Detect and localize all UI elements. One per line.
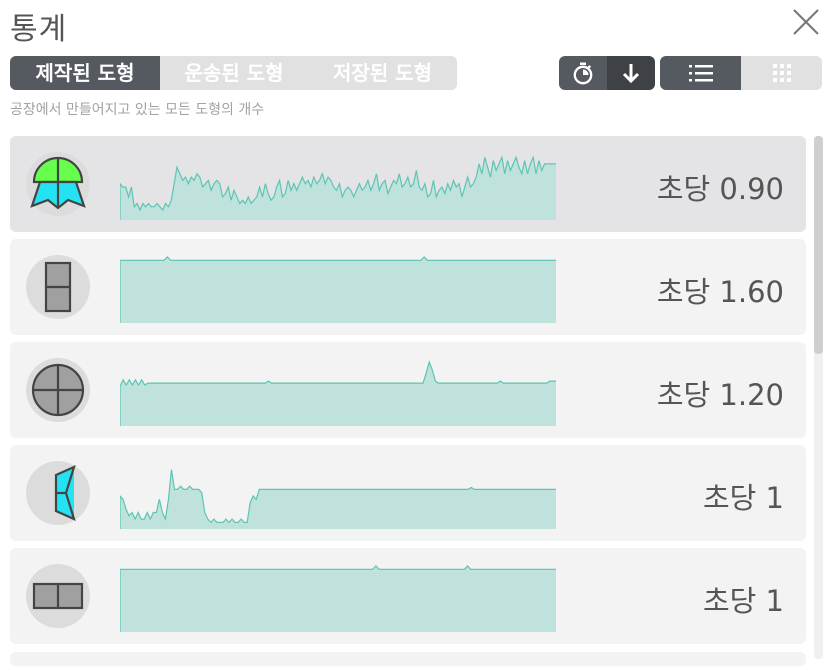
tab-produced-shapes[interactable]: 제작된 도형	[10, 56, 160, 90]
list-item[interactable]: 초당 0.90	[10, 136, 806, 232]
rate-graph-area	[120, 566, 556, 632]
list-item-partial[interactable]	[10, 652, 806, 666]
scrollbar[interactable]	[814, 136, 823, 659]
rate-label: 초당 1.20	[656, 378, 784, 412]
rate-graph	[120, 469, 556, 529]
list-item[interactable]: 초당 1.20	[10, 342, 806, 438]
list-item[interactable]: 초당 1.60	[10, 239, 806, 335]
split-rectangle-horizontal-shape-icon	[32, 582, 84, 610]
grid-view-icon	[772, 64, 791, 82]
grid-view-button[interactable]	[741, 56, 822, 90]
rate-label: 초당 1	[702, 481, 784, 515]
close-icon[interactable]	[790, 6, 822, 38]
rate-graph	[120, 360, 556, 426]
tab-bar: 제작된 도형 운송된 도형 저장된 도형	[10, 56, 457, 90]
rate-label: 초당 1.60	[656, 275, 784, 309]
rate-label: 초당 0.90	[656, 172, 784, 206]
list-view-button[interactable]	[660, 56, 741, 90]
arrow-down-icon	[622, 64, 640, 84]
rate-mode-button[interactable]	[559, 56, 607, 90]
list-item[interactable]: 초당 1	[10, 445, 806, 541]
split-rectangle-vertical-shape-icon	[44, 261, 72, 313]
sort-button[interactable]	[607, 56, 655, 90]
cyan-chevron-shape-icon	[54, 465, 76, 521]
rate-graph-area	[120, 469, 556, 529]
display-mode-toggle	[559, 56, 655, 90]
tab-delivered-shapes[interactable]: 운송된 도형	[160, 56, 308, 90]
tab-stored-shapes[interactable]: 저장된 도형	[308, 56, 457, 90]
rate-graph	[120, 565, 556, 632]
rate-graph	[120, 256, 556, 323]
scrollbar-thumb[interactable]	[814, 136, 823, 354]
page-subtitle: 공장에서 만들어지고 있는 모든 도형의 개수	[10, 102, 265, 118]
rate-label: 초당 1	[702, 584, 784, 618]
page-title: 통계	[10, 12, 68, 47]
list-view-icon	[688, 65, 713, 82]
rate-graph-area	[120, 157, 556, 220]
shape-stats-list: 초당 0.90 초당 1.60 초당 1.20 초당 1 초당 1	[10, 136, 806, 651]
stopwatch-icon	[573, 62, 593, 85]
list-item[interactable]: 초당 1	[10, 548, 806, 644]
umbrella-green-cyan-shape-icon	[30, 156, 86, 210]
rate-graph-area	[120, 257, 556, 323]
rate-graph	[120, 155, 556, 220]
rate-graph-area	[120, 361, 556, 426]
circle-quarters-grey-shape-icon	[31, 363, 85, 417]
layout-toggle	[660, 56, 822, 90]
